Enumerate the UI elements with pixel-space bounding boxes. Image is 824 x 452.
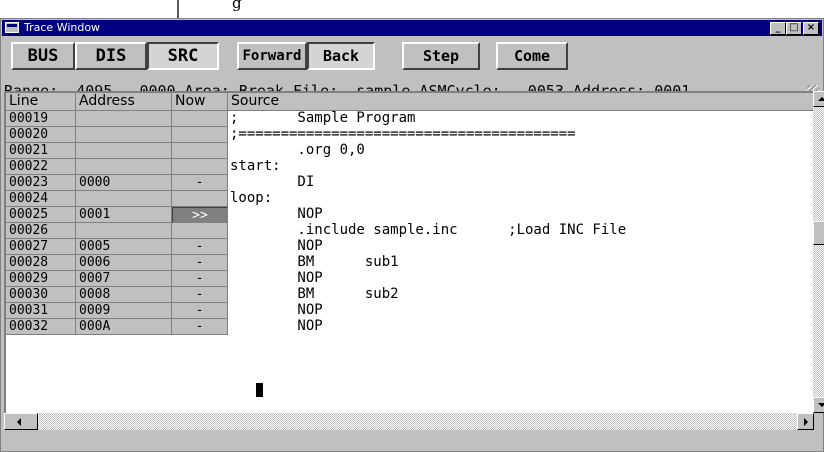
now-cell: - <box>172 255 228 271</box>
src-button[interactable]: SRC <box>147 42 219 70</box>
come-button[interactable]: Come <box>496 42 568 70</box>
line-number-cell: 00032 <box>6 319 76 335</box>
line-number-cell: 00026 <box>6 223 76 239</box>
column-header-line[interactable]: Line <box>6 93 76 111</box>
vertical-scroll-track[interactable] <box>813 91 824 413</box>
line-number-cell: 00029 <box>6 271 76 287</box>
dis-button[interactable]: DIS <box>75 42 147 70</box>
vertical-scroll-thumb[interactable] <box>813 221 824 245</box>
address-cell <box>76 127 172 143</box>
now-cell: - <box>172 319 228 335</box>
now-cell <box>172 223 228 239</box>
line-number-cell: 00021 <box>6 143 76 159</box>
arrow-up-icon <box>818 97 824 101</box>
now-cell: - <box>172 239 228 255</box>
address-cell <box>76 111 172 127</box>
line-number-cell: 00028 <box>6 255 76 271</box>
horizontal-scrollbar[interactable] <box>4 413 814 430</box>
line-number-cell: 00023 <box>6 175 76 191</box>
line-number-cell: 00031 <box>6 303 76 319</box>
now-cell: - <box>172 287 228 303</box>
source-line: BM sub2 <box>230 286 399 302</box>
vertical-scrollbar[interactable] <box>813 91 824 413</box>
now-cell: - <box>172 175 228 191</box>
address-cell <box>76 159 172 175</box>
source-line: .org 0,0 <box>230 142 365 158</box>
address-cell: 0006 <box>76 255 172 271</box>
trace-grid[interactable]: Line Address Now Source 00019 ; Sample Pr… <box>4 91 814 413</box>
source-line: DI <box>230 174 315 190</box>
annotation-label: g <box>232 0 242 12</box>
source-cursor <box>256 383 263 397</box>
forward-button[interactable]: Forward <box>237 42 307 70</box>
scroll-right-button[interactable] <box>797 413 814 430</box>
now-cell <box>172 127 228 143</box>
source-line: NOP <box>230 318 323 334</box>
scroll-up-button[interactable] <box>813 91 824 107</box>
now-cell: - <box>172 271 228 287</box>
maximize-button[interactable]: □ <box>786 22 802 35</box>
source-line: ; Sample Program <box>230 110 416 126</box>
arrow-right-icon <box>804 418 808 426</box>
line-number-cell: 00030 <box>6 287 76 303</box>
address-cell <box>76 191 172 207</box>
bus-button[interactable]: BUS <box>11 42 75 70</box>
column-header-now[interactable]: Now <box>172 93 228 111</box>
now-cell: >> <box>172 207 228 223</box>
title-bar: Trace Window _ □ × <box>2 20 822 36</box>
window-title: Trace Window <box>24 21 101 34</box>
back-button[interactable]: Back <box>307 42 375 70</box>
line-number-cell: 00022 <box>6 159 76 175</box>
arrow-left-icon <box>17 418 21 426</box>
address-cell: 0008 <box>76 287 172 303</box>
scroll-down-button[interactable] <box>813 397 824 413</box>
line-number-cell: 00020 <box>6 127 76 143</box>
source-line: NOP <box>230 238 323 254</box>
address-cell: 0005 <box>76 239 172 255</box>
address-cell <box>76 223 172 239</box>
address-cell: 0001 <box>76 207 172 223</box>
arrow-down-icon <box>818 403 824 407</box>
toolbar: BUS DIS SRC Forward Back Step Come <box>2 37 822 77</box>
line-number-cell: 00027 <box>6 239 76 255</box>
address-cell: 000A <box>76 319 172 335</box>
source-line: NOP <box>230 302 323 318</box>
source-line: NOP <box>230 270 323 286</box>
now-cell: - <box>172 303 228 319</box>
step-button[interactable]: Step <box>402 42 480 70</box>
source-line: start: <box>230 158 281 174</box>
source-line: ;=======================================… <box>230 126 576 142</box>
source-line: BM sub1 <box>230 254 399 270</box>
source-line: .include sample.inc ;Load INC File <box>230 222 627 238</box>
line-number-cell: 00025 <box>6 207 76 223</box>
now-cell <box>172 191 228 207</box>
line-number-cell: 00019 <box>6 111 76 127</box>
now-cell <box>172 143 228 159</box>
now-cell <box>172 159 228 175</box>
source-line: NOP <box>230 206 323 222</box>
address-cell: 0007 <box>76 271 172 287</box>
column-header-address[interactable]: Address <box>76 93 172 111</box>
horizontal-scroll-track[interactable] <box>4 413 814 430</box>
column-header-source[interactable]: Source <box>228 93 814 111</box>
now-cell <box>172 111 228 127</box>
line-number-cell: 00024 <box>6 191 76 207</box>
address-cell: 0009 <box>76 303 172 319</box>
source-line: loop: <box>230 190 273 206</box>
minimize-button[interactable]: _ <box>770 22 786 35</box>
close-button[interactable]: × <box>803 22 819 35</box>
address-cell: 0000 <box>76 175 172 191</box>
scroll-left-button[interactable] <box>4 413 38 430</box>
window-icon[interactable] <box>5 22 19 33</box>
address-cell <box>76 143 172 159</box>
